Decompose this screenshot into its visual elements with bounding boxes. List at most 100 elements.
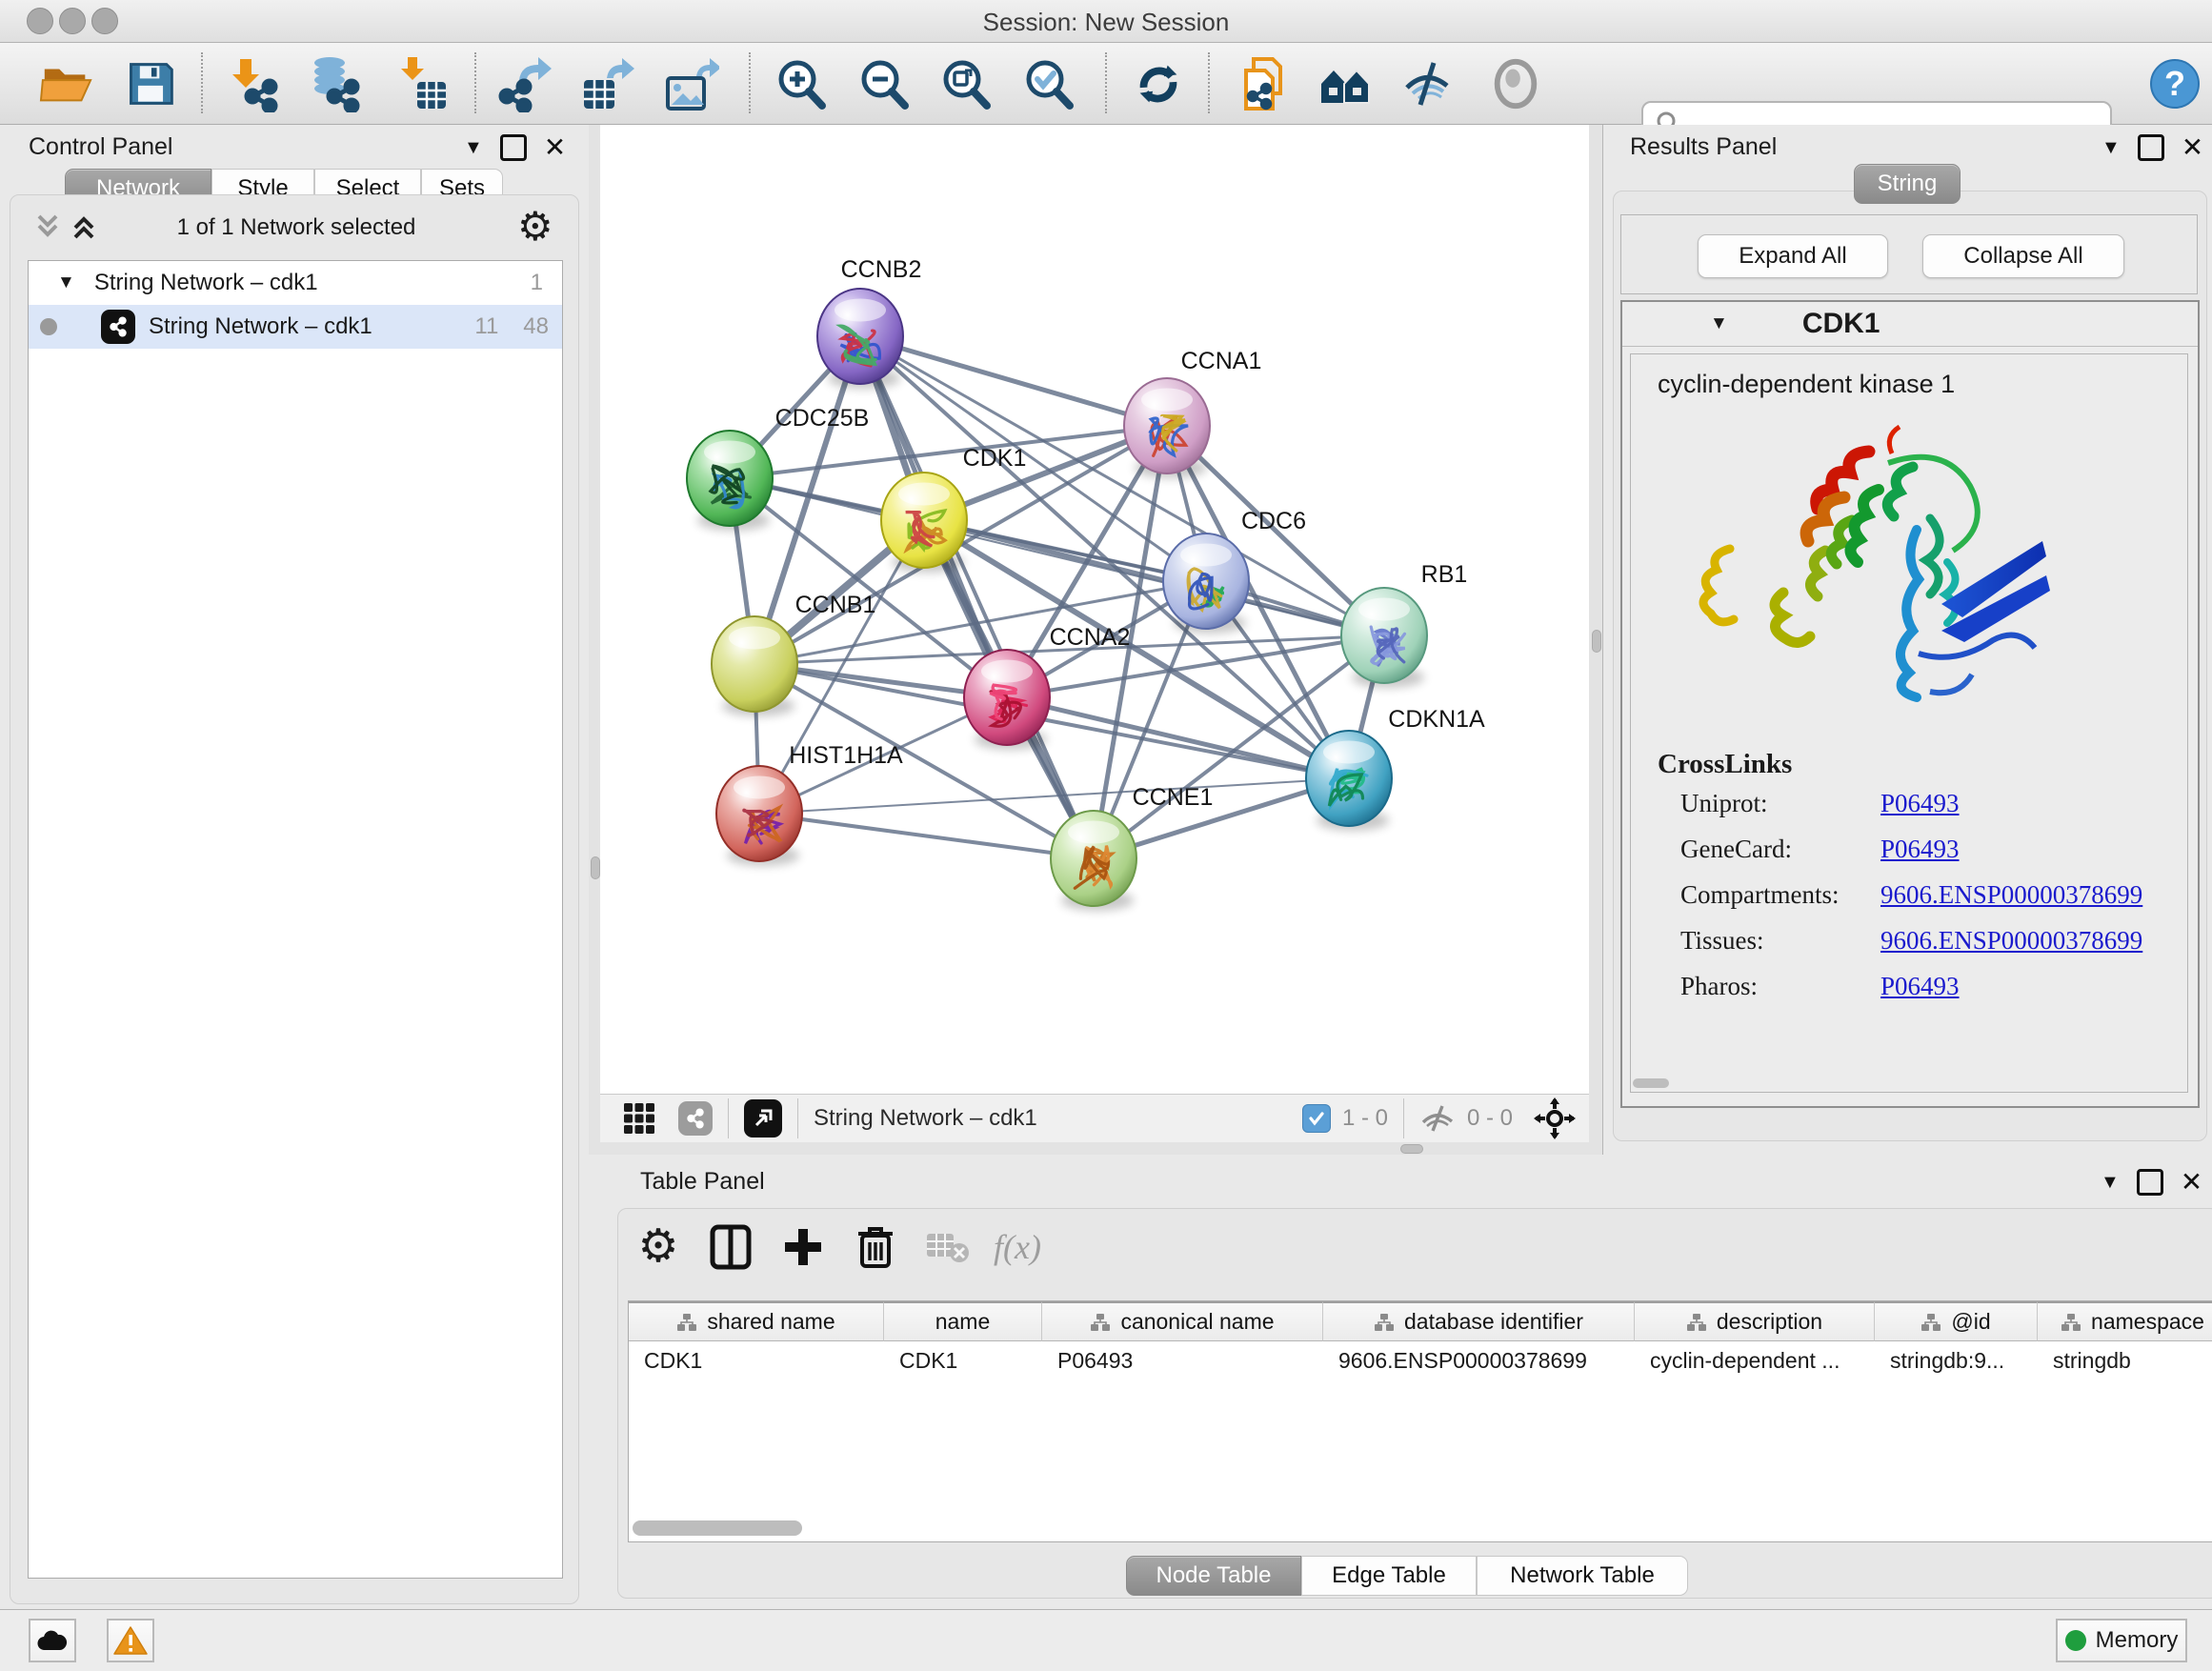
add-column-plus-icon[interactable]	[776, 1220, 830, 1274]
table-cell[interactable]: 9606.ENSP00000378699	[1323, 1341, 1635, 1379]
network-canvas[interactable]: CCNB2CCNA1CDC25BCDK1CDC6RB1CCNB1CCNA2CDK…	[600, 125, 1589, 1094]
collapse-panel-icon[interactable]: ▼	[2101, 1172, 2120, 1194]
network-node-CCNE1[interactable]	[1051, 811, 1136, 911]
network-graph[interactable]: CCNB2CCNA1CDC25BCDK1CDC6RB1CCNB1CCNA2CDK…	[600, 125, 1589, 1094]
cloud-button[interactable]	[29, 1619, 76, 1662]
apply-layout-button[interactable]	[1129, 54, 1188, 113]
export-image-button[interactable]	[661, 54, 720, 113]
float-panel-icon[interactable]	[500, 134, 527, 161]
enable-glass-effect-button[interactable]	[1398, 54, 1458, 113]
network-node-CCNB1[interactable]	[712, 616, 797, 716]
table-cell[interactable]: stringdb	[2038, 1341, 2212, 1379]
crosslink-value-link[interactable]: P06493	[1880, 789, 1960, 818]
zoom-out-button[interactable]	[855, 54, 914, 113]
network-node-HIST1H1A[interactable]	[716, 766, 802, 866]
crosslink-label: Pharos:	[1680, 972, 1880, 1001]
import-network-button[interactable]	[228, 54, 287, 113]
network-view-share-icon[interactable]	[678, 1101, 713, 1136]
collapse-all-button[interactable]: Collapse All	[1922, 234, 2124, 278]
expand-all-networks-icon[interactable]	[70, 211, 98, 243]
zoom-fit-button[interactable]	[936, 54, 995, 113]
detach-view-icon[interactable]	[744, 1099, 782, 1137]
export-table-button[interactable]	[577, 54, 636, 113]
close-panel-icon[interactable]: ✕	[2182, 137, 2203, 158]
network-node-CDC6[interactable]	[1163, 534, 1249, 634]
table-cell[interactable]: stringdb:9...	[1875, 1341, 2038, 1379]
network-options-gear-icon[interactable]: ⚙	[517, 207, 553, 247]
function-builder-fx[interactable]: f(x)	[994, 1227, 1041, 1267]
collapse-panel-icon[interactable]: ▼	[2101, 137, 2121, 159]
network-collection-row[interactable]: ▼ String Network – cdk1 1	[29, 261, 562, 305]
status-right-group: 1 - 0 0 - 0	[1302, 1097, 1576, 1139]
left-splitter-handle[interactable]	[591, 856, 600, 879]
table-cell[interactable]: cyclin-dependent ...	[1635, 1341, 1875, 1379]
import-network-from-database-button[interactable]	[308, 54, 367, 113]
results-hscrollbar[interactable]	[1633, 1078, 1669, 1088]
warnings-button[interactable]	[107, 1619, 154, 1662]
close-panel-icon[interactable]: ✕	[2181, 1172, 2202, 1193]
open-session-button[interactable]	[37, 54, 96, 113]
close-panel-icon[interactable]: ✕	[544, 137, 566, 158]
right-splitter-handle[interactable]	[1592, 630, 1601, 653]
network-node-RB1[interactable]	[1341, 588, 1427, 688]
export-network-button[interactable]	[495, 54, 554, 113]
tab-node-table[interactable]: Node Table	[1126, 1556, 1301, 1596]
network-from-document-button[interactable]	[1236, 54, 1295, 113]
zoom-in-button[interactable]	[772, 54, 831, 113]
left-splitter[interactable]	[589, 125, 600, 1141]
save-session-button[interactable]	[121, 54, 180, 113]
column-header-name[interactable]: name	[884, 1301, 1042, 1341]
selected-checkbox-icon[interactable]	[1302, 1104, 1331, 1133]
tab-edge-table[interactable]: Edge Table	[1301, 1556, 1477, 1596]
network-node-CDC25B[interactable]	[687, 431, 773, 531]
string-home-button[interactable]	[1317, 54, 1376, 113]
expand-all-button[interactable]: Expand All	[1698, 234, 1888, 278]
column-header-namespace[interactable]: namespace	[2038, 1301, 2212, 1341]
tab-network-table[interactable]: Network Table	[1477, 1556, 1688, 1596]
protein-entry-header[interactable]: ▼ CDK1	[1622, 302, 2198, 347]
crosslink-value-link[interactable]: P06493	[1880, 835, 1960, 864]
column-header-shared-name[interactable]: shared name	[629, 1301, 884, 1341]
network-node-CCNB2[interactable]	[817, 289, 903, 389]
table-cell[interactable]: P06493	[1042, 1341, 1323, 1379]
table-options-gear-icon[interactable]: ⚙	[632, 1220, 685, 1274]
collapse-all-networks-icon[interactable]	[33, 211, 62, 243]
collection-expand-triangle-icon[interactable]: ▼	[57, 272, 75, 293]
import-table-button[interactable]	[393, 54, 452, 113]
network-row[interactable]: String Network – cdk1 11 48	[29, 305, 562, 349]
network-node-CDKN1A[interactable]	[1306, 731, 1392, 831]
protein-structure-image	[1692, 406, 2063, 715]
show-columns-icon[interactable]	[704, 1220, 757, 1274]
network-node-CDK1[interactable]	[881, 473, 967, 573]
column-header-description[interactable]: description	[1635, 1301, 1875, 1341]
crosslink-value-link[interactable]: 9606.ENSP00000378699	[1880, 926, 2142, 956]
float-panel-icon[interactable]	[2138, 134, 2164, 161]
crosslink-value-link[interactable]: 9606.ENSP00000378699	[1880, 880, 2142, 910]
table-cell[interactable]: CDK1	[884, 1341, 1042, 1379]
column-header-canonical-name[interactable]: canonical name	[1042, 1301, 1323, 1341]
fit-content-crosshair-icon[interactable]	[1534, 1097, 1576, 1139]
table-hscrollbar[interactable]	[633, 1520, 802, 1536]
network-edge[interactable]	[759, 814, 1094, 858]
memory-button[interactable]: Memory	[2056, 1619, 2187, 1662]
right-splitter[interactable]	[1589, 125, 1602, 1155]
network-edge[interactable]	[860, 336, 1094, 858]
crosslink-value-link[interactable]: P06493	[1880, 972, 1960, 1001]
help-button[interactable]: ?	[2145, 54, 2204, 113]
delete-table-icon[interactable]	[921, 1220, 975, 1274]
network-node-CCNA2[interactable]	[964, 650, 1050, 750]
float-panel-icon[interactable]	[2137, 1169, 2163, 1196]
collapse-panel-icon[interactable]: ▼	[464, 137, 483, 159]
table-cell[interactable]: CDK1	[629, 1341, 884, 1379]
column-header-database-identifier[interactable]: database identifier	[1323, 1301, 1635, 1341]
hide-glass-effect-button[interactable]	[1486, 54, 1545, 113]
network-node-CCNA1[interactable]	[1124, 378, 1210, 478]
tab-string[interactable]: String	[1854, 164, 1961, 204]
entry-expand-triangle-icon[interactable]: ▼	[1710, 313, 1728, 334]
horizontal-splitter-handle[interactable]	[1400, 1144, 1423, 1154]
grid-view-icon[interactable]	[623, 1102, 655, 1135]
network-edge[interactable]	[860, 336, 1167, 426]
delete-column-trash-icon[interactable]	[849, 1220, 902, 1274]
zoom-selected-button[interactable]	[1019, 54, 1078, 113]
column-header--id[interactable]: @id	[1875, 1301, 2038, 1341]
